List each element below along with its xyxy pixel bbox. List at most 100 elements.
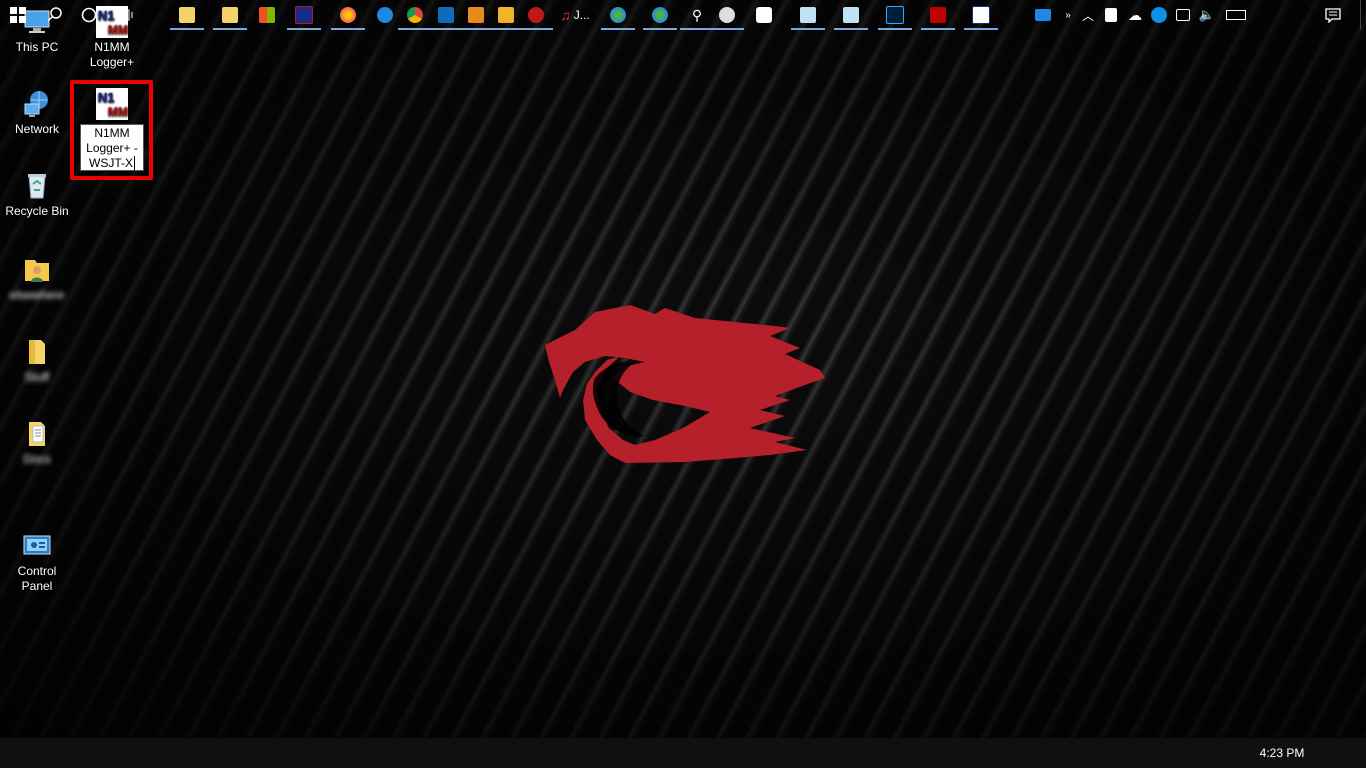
- tray-keyboard[interactable]: [1222, 0, 1250, 30]
- desktop[interactable]: This PC Network Recycle Bin elsewhere St…: [0, 0, 1366, 738]
- folder-icon: [179, 7, 195, 23]
- task-view-icon: [115, 9, 133, 21]
- taskbar: [0, 738, 1366, 768]
- svg-text:N1: N1: [98, 90, 115, 105]
- desktop-icon-control-panel[interactable]: Control Panel: [2, 500, 72, 609]
- taskbar-app-globe-1[interactable]: [598, 0, 638, 30]
- desktop-icon-docs-folder[interactable]: Docs: [2, 418, 72, 467]
- device-icon: [1105, 8, 1117, 22]
- taskbar-app-label: J...: [573, 8, 590, 22]
- action-center-button[interactable]: [1318, 0, 1348, 30]
- speaker-icon: 🔈: [1198, 7, 1216, 22]
- documents-folder-icon: [21, 418, 53, 450]
- desktop-icon-label: This PC: [15, 40, 59, 54]
- mail-icon: [438, 7, 454, 23]
- desktop-icon-user-folder[interactable]: elsewhere: [2, 254, 72, 303]
- svg-text:MM: MM: [108, 105, 128, 119]
- taskbar-app-notepad-1[interactable]: [788, 0, 828, 30]
- taskbar-app-file-explorer-2[interactable]: [210, 0, 250, 30]
- taskbar-app-camera[interactable]: [744, 0, 784, 30]
- keyboard-icon: [1226, 10, 1246, 20]
- desktop-icon-folder[interactable]: Stuff: [2, 336, 72, 385]
- tray-bluetooth[interactable]: [1100, 0, 1122, 30]
- control-panel-icon: [21, 515, 53, 555]
- desktop-icon-n1mm-wsjtx[interactable]: N1 MM: [77, 88, 147, 122]
- desktop-icon-label: Logger+: [89, 55, 135, 69]
- tray-app-monitor[interactable]: [1032, 0, 1054, 30]
- tray-teamviewer[interactable]: [1148, 0, 1170, 30]
- tray-overflow[interactable]: »: [1058, 0, 1078, 30]
- taskbar-app-n1mm[interactable]: [961, 0, 1001, 30]
- tray-volume[interactable]: 🔈: [1196, 0, 1218, 30]
- filezilla-icon: [930, 7, 946, 23]
- desktop-icon-label: N1MM: [94, 40, 130, 54]
- network-icon: [21, 88, 53, 120]
- notepad-icon: [843, 7, 859, 23]
- windows-icon: [10, 7, 26, 23]
- desktop-icon-label: Stuff: [24, 370, 50, 384]
- taskbar-app-firefox[interactable]: [328, 0, 368, 30]
- taskbar-app-file-explorer[interactable]: [167, 0, 207, 30]
- tray-onedrive[interactable]: ☁: [1124, 0, 1146, 30]
- cloud-icon: ☁: [1128, 6, 1142, 23]
- notification-icon: [1325, 8, 1341, 23]
- taskbar-app-store[interactable]: [247, 0, 287, 30]
- desktop-icon-label: Control Panel: [17, 564, 57, 593]
- start-button[interactable]: [0, 0, 36, 30]
- taskbar-clock[interactable]: 4:23 PM: [1256, 738, 1308, 768]
- rename-text: N1MM: [94, 126, 130, 140]
- search-icon: [47, 7, 62, 22]
- store-icon: [259, 7, 275, 23]
- firefox-icon: [340, 7, 356, 23]
- edge-icon: [377, 7, 393, 23]
- taskbar-app-filezilla[interactable]: [918, 0, 958, 30]
- cortana-button[interactable]: [72, 0, 106, 30]
- desktop-icon-label: Recycle Bin: [5, 204, 69, 218]
- cougar-logo: [545, 305, 825, 463]
- desktop-icon-recycle-bin[interactable]: Recycle Bin: [2, 170, 72, 219]
- chrome-icon: [407, 7, 423, 23]
- chevron-up-icon: ︿: [1081, 8, 1094, 23]
- monitor-icon: [1035, 9, 1051, 21]
- photoshop-icon: [886, 6, 904, 24]
- desktop-icon-label: Network: [14, 122, 59, 136]
- desktop-icon-network[interactable]: Network: [2, 88, 72, 137]
- record-icon: [528, 7, 544, 23]
- rename-input[interactable]: N1MM Logger+ - WSJT-X: [80, 124, 144, 171]
- show-desktop-button[interactable]: [1360, 0, 1366, 30]
- notepad-icon: [800, 7, 816, 23]
- camera-icon: [756, 7, 772, 23]
- search-button[interactable]: [38, 0, 72, 30]
- rename-text: WSJT-X: [89, 156, 135, 170]
- n1mm-logo-icon: N1 MM: [96, 88, 128, 120]
- desktop-icon-label: elsewhere: [9, 288, 65, 302]
- tool-icon: [468, 7, 484, 23]
- tray-network[interactable]: [1172, 0, 1194, 30]
- desktop-icon-label: Docs: [23, 452, 51, 466]
- double-chevron-icon: »: [1065, 9, 1071, 21]
- globe-icon: [610, 7, 626, 23]
- recycle-bin-icon: [21, 170, 53, 202]
- teamviewer-icon: [1151, 7, 1167, 23]
- taskbar-app-music[interactable]: ♫ J...: [553, 0, 597, 30]
- antenna-icon: ⚲: [691, 6, 703, 23]
- task-view-button[interactable]: [106, 0, 142, 30]
- radio-app-icon: [295, 6, 313, 24]
- taskbar-app-chat[interactable]: [707, 0, 747, 30]
- text-cursor: [134, 156, 135, 170]
- rename-text: Logger+ -: [86, 141, 138, 155]
- user-folder-icon: [21, 254, 53, 286]
- folder-icon: [222, 7, 238, 23]
- taskbar-app-photoshop[interactable]: [875, 0, 915, 30]
- chat-icon: [719, 7, 735, 23]
- folder-icon: [21, 336, 53, 368]
- taskbar-app-recorder[interactable]: [516, 0, 556, 30]
- tray-show-hidden[interactable]: ︿: [1078, 0, 1098, 30]
- taskbar-app-notepad-2[interactable]: [831, 0, 871, 30]
- cortana-icon: [81, 7, 97, 23]
- taskbar-app-radio[interactable]: [284, 0, 324, 30]
- network-icon: [1176, 9, 1190, 21]
- taskbar-app-globe-2[interactable]: [640, 0, 680, 30]
- globe-icon: [652, 7, 668, 23]
- n1mm-logo-icon: [972, 6, 990, 24]
